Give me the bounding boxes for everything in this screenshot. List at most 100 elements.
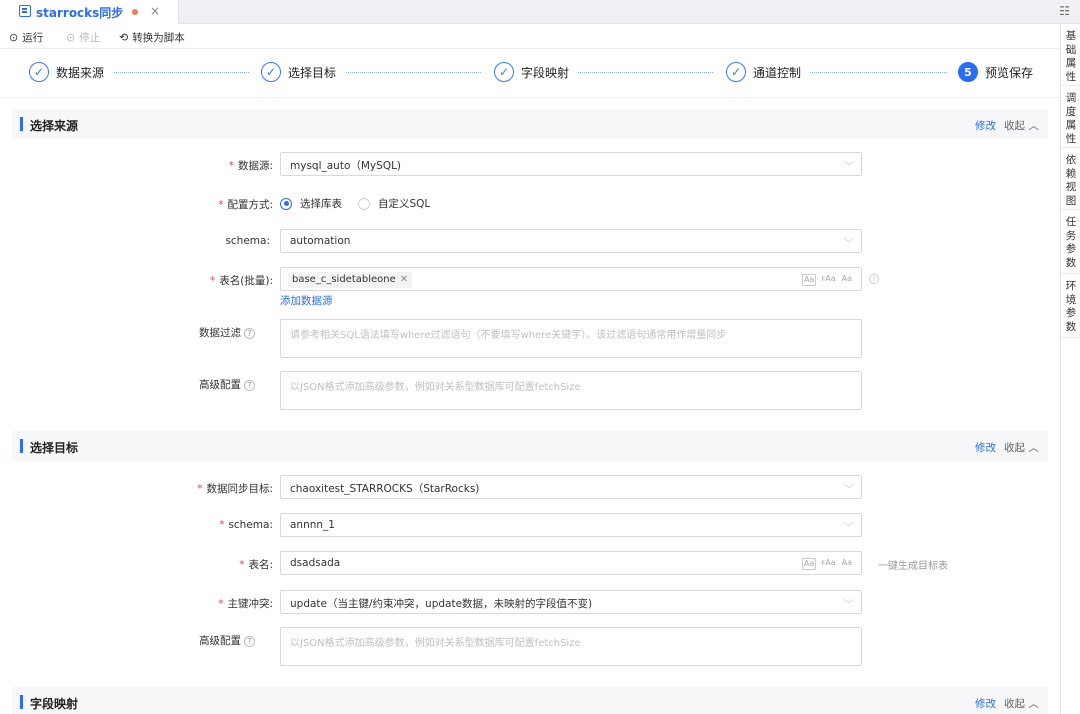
rail-dependency-view[interactable]: 依赖视图 bbox=[1061, 148, 1080, 210]
uppercase-icon[interactable]: Aa bbox=[841, 558, 853, 570]
radio-custom-sql[interactable]: 自定义SQL bbox=[358, 196, 430, 211]
step-label: 通道控制 bbox=[753, 65, 802, 80]
section-title: 选择目标 bbox=[30, 441, 79, 455]
radio-select-table[interactable]: 选择库表 bbox=[280, 196, 342, 211]
run-button[interactable]: ⊙ 运行 bbox=[9, 30, 43, 45]
step-channel-control[interactable]: ✓ 通道控制 bbox=[726, 62, 801, 82]
schema-label: schema: bbox=[70, 235, 270, 247]
convert-to-script-button[interactable]: ⟲ 转换为脚本 bbox=[119, 30, 185, 45]
generate-target-table-link[interactable]: 一键生成目标表 bbox=[878, 557, 948, 572]
match-case-icon[interactable]: Aa bbox=[801, 274, 817, 286]
table-tag: base_c_sidetableone ✕ bbox=[288, 272, 413, 288]
collapse-label: 收起 bbox=[1004, 120, 1025, 132]
schema-select[interactable]: automation ⌵ bbox=[280, 229, 862, 253]
match-case-icon[interactable]: Aa bbox=[801, 558, 817, 570]
collapse-label: 收起 bbox=[1004, 442, 1025, 454]
placeholder: 以JSON格式添加高级参数，例如对关系型数据库可配置fetchSize bbox=[290, 382, 581, 393]
step-label: 字段映射 bbox=[521, 65, 570, 80]
step-field-mapping[interactable]: ✓ 字段映射 bbox=[494, 62, 569, 82]
convert-label: 转换为脚本 bbox=[132, 32, 185, 44]
step-select-target[interactable]: ✓ 选择目标 bbox=[261, 62, 336, 82]
stop-button[interactable]: ⊙ 停止 bbox=[66, 30, 100, 45]
rail-label: 依赖视图 bbox=[1065, 154, 1077, 207]
step-preview-save[interactable]: 5 预览保存 bbox=[958, 62, 1033, 82]
chevron-up-icon: ︿ bbox=[1028, 698, 1039, 710]
unsaved-dot-icon bbox=[132, 9, 138, 15]
datasource-label: * 数据源: bbox=[228, 160, 273, 172]
sync-target-select[interactable]: chaoxitest_STARROCKS（StarRocks) ⌵ bbox=[280, 475, 862, 499]
label-text: schema: bbox=[228, 519, 273, 531]
collapse-label: 收起 bbox=[1004, 698, 1025, 710]
help-icon[interactable]: ? bbox=[244, 379, 255, 391]
lowercase-icon[interactable]: ꜰAa bbox=[820, 558, 836, 570]
check-icon: ✓ bbox=[29, 62, 49, 82]
right-property-rail: 基础属性 调度属性 依赖视图 任务参数 环境参数 bbox=[1060, 24, 1080, 714]
rail-schedule-properties[interactable]: 调度属性 bbox=[1061, 86, 1080, 148]
label-text: 高级配置 bbox=[199, 635, 241, 647]
step-data-source[interactable]: ✓ 数据来源 bbox=[29, 62, 104, 82]
edit-link[interactable]: 修改 bbox=[975, 440, 996, 455]
data-filter-textarea[interactable]: 请参考相关SQL语法填写where过滤语句（不要填写where关键字）。该过滤语… bbox=[280, 319, 862, 358]
tab-title: starrocks同步 bbox=[36, 6, 124, 20]
step-label: 预览保存 bbox=[985, 65, 1034, 80]
chevron-down-icon: ⌵ bbox=[843, 157, 855, 168]
collapse-toggle[interactable]: 收起 ︿ bbox=[1004, 118, 1039, 133]
config-mode-label: * 配置方式: bbox=[218, 199, 273, 211]
radio-label: 自定义SQL bbox=[378, 198, 431, 210]
radio-unchecked-icon bbox=[358, 197, 370, 210]
info-icon[interactable]: ! bbox=[869, 274, 879, 284]
datasource-select[interactable]: mysql_auto（MySQL) ⌵ bbox=[280, 152, 862, 176]
target-schema-label: * schema: bbox=[219, 519, 273, 531]
target-table-input[interactable]: dsadsada Aa ꜰAa Aa bbox=[280, 551, 862, 575]
check-icon: ✓ bbox=[261, 62, 281, 82]
edit-link[interactable]: 修改 bbox=[975, 118, 996, 133]
sync-task-icon bbox=[19, 5, 31, 17]
label-text: 高级配置 bbox=[199, 379, 241, 391]
section-accent-bar bbox=[20, 695, 23, 709]
rail-task-params[interactable]: 任务参数 bbox=[1061, 210, 1080, 274]
step-label: 数据来源 bbox=[56, 65, 105, 80]
list-menu-icon[interactable]: ☷ bbox=[1059, 4, 1070, 18]
chevron-down-icon: ⌵ bbox=[843, 595, 855, 606]
data-filter-label: 数据过滤? bbox=[55, 325, 255, 340]
step-number-badge: 5 bbox=[958, 62, 978, 82]
section-header-target: 选择目标 修改 收起 ︿ bbox=[12, 431, 1048, 461]
select-value: chaoxitest_STARROCKS（StarRocks) bbox=[290, 483, 480, 495]
section-header-source: 选择来源 修改 收起 ︿ bbox=[12, 109, 1048, 139]
help-icon[interactable]: ? bbox=[244, 635, 255, 647]
uppercase-icon[interactable]: Aa bbox=[841, 274, 853, 286]
section-title: 选择来源 bbox=[30, 119, 79, 133]
target-advanced-config-textarea[interactable]: 以JSON格式添加高级参数，例如对关系型数据库可配置fetchSize bbox=[280, 627, 862, 666]
section-accent-bar bbox=[20, 117, 23, 131]
check-icon: ✓ bbox=[726, 62, 746, 82]
label-text: 数据同步目标: bbox=[206, 483, 273, 495]
collapse-toggle[interactable]: 收起 ︿ bbox=[1004, 440, 1039, 455]
rail-basic-properties[interactable]: 基础属性 bbox=[1061, 24, 1080, 86]
tab-starrocks-sync[interactable]: starrocks同步 × bbox=[0, 0, 179, 24]
add-datasource-link[interactable]: 添加数据源 bbox=[280, 293, 333, 308]
chevron-down-icon: ⌵ bbox=[843, 234, 855, 245]
label-text: 表名: bbox=[248, 559, 273, 571]
advanced-config-label: 高级配置? bbox=[55, 377, 255, 392]
rail-label: 调度属性 bbox=[1065, 92, 1077, 145]
play-circle-icon: ⊙ bbox=[9, 31, 19, 44]
pk-conflict-label: * 主键冲突: bbox=[218, 598, 273, 610]
remove-tag-icon[interactable]: ✕ bbox=[400, 274, 408, 285]
table-name-input[interactable]: base_c_sidetableone ✕ Aa ꜰAa Aa bbox=[280, 267, 862, 291]
label-text: 数据过滤 bbox=[199, 327, 241, 339]
target-table-label: * 表名: bbox=[239, 559, 273, 571]
close-icon[interactable]: × bbox=[150, 4, 160, 18]
pk-conflict-select[interactable]: update（当主键/约束冲突，update数据，未映射的字段值不变) ⌵ bbox=[280, 590, 862, 614]
target-schema-select[interactable]: annnn_1 ⌵ bbox=[280, 513, 862, 537]
advanced-config-textarea[interactable]: 以JSON格式添加高级参数，例如对关系型数据库可配置fetchSize bbox=[280, 371, 862, 410]
lowercase-icon[interactable]: ꜰAa bbox=[820, 274, 836, 286]
input-case-tools: Aa ꜰAa Aa bbox=[801, 274, 853, 286]
select-value: mysql_auto（MySQL) bbox=[290, 160, 402, 172]
help-icon[interactable]: ? bbox=[244, 327, 255, 339]
select-value: automation bbox=[290, 235, 351, 247]
collapse-toggle[interactable]: 收起 ︿ bbox=[1004, 696, 1039, 711]
rail-env-params[interactable]: 环境参数 bbox=[1061, 274, 1080, 338]
section-header-mapping: 字段映射 修改 收起 ︿ bbox=[12, 687, 1048, 714]
edit-link[interactable]: 修改 bbox=[975, 696, 996, 711]
toolbar: ⊙ 运行 ⊙ 停止 ⟲ 转换为脚本 bbox=[0, 25, 1060, 49]
